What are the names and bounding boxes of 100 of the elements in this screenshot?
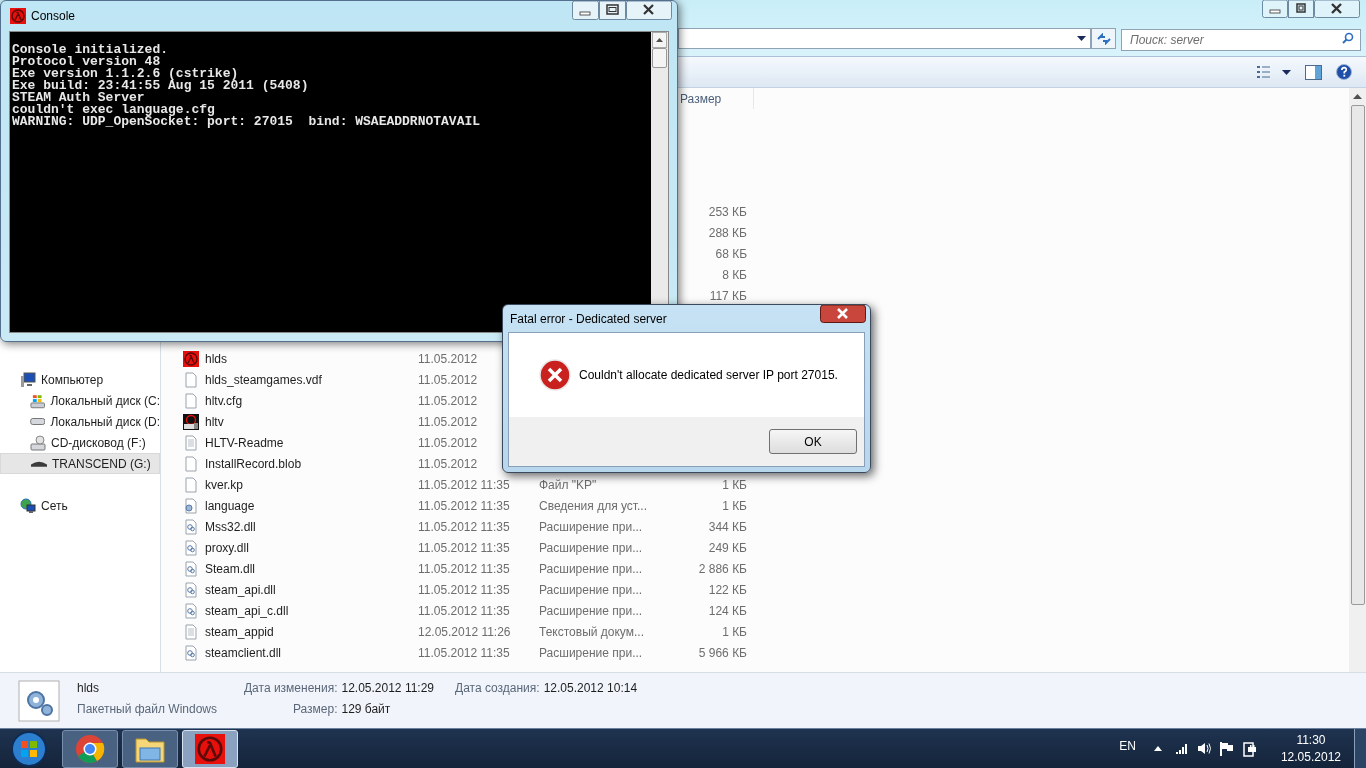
date-cell: 12.05.2012 11:26 [418,624,511,639]
sidebar-item[interactable]: Сеть [0,495,160,516]
scroll-thumb[interactable] [1350,105,1365,605]
type-cell: Расширение при... [539,519,643,534]
file-name[interactable]: Steam.dll [205,559,256,578]
column-header[interactable]: Размер [680,88,754,109]
date-cell: 11.05.2012 11:35 [418,582,510,597]
drive-icon [30,418,46,425]
file-name[interactable]: Mss32.dll [205,517,256,536]
error-icon [539,359,571,391]
view-options-icon[interactable] [1257,65,1291,79]
console-line: Exe build: 23:41:55 Aug 15 2011 (5408) [12,80,310,92]
taskbar-button[interactable] [62,729,118,768]
settings-file-icon [183,497,199,514]
type-cell: Расширение при... [539,603,643,618]
console-line: Console initialized. [12,44,170,56]
size-cell-text: 5 966 КБ [698,644,747,662]
show-desktop-button[interactable] [1354,728,1366,768]
file-name[interactable]: proxy.dll [205,538,249,557]
sidebar-item[interactable]: Компьютер [0,369,160,390]
taskbar-button[interactable] [122,729,178,768]
clock-time[interactable]: 11:30 [1296,731,1326,749]
refresh-icon [1096,32,1111,45]
file-name[interactable]: hlds [205,349,227,368]
type-cell: Расширение при... [539,561,643,576]
date-cell: 11.05.2012 [418,414,478,429]
refresh-button[interactable] [1091,28,1116,49]
console-line: Exe version 1.1.2.6 (cstrike) [12,68,239,80]
file-name[interactable]: steam_appid [205,622,274,641]
file-name[interactable]: InstallRecord.blob [205,454,302,473]
sidebar-item[interactable]: CD-дисковод (F:) [0,432,160,453]
show-hidden-icons-icon[interactable] [1153,746,1162,751]
file-name[interactable]: kver.kp [205,475,243,494]
minimize-button[interactable] [1262,0,1288,18]
sidebar-item[interactable]: TRANSCEND (G:) [0,453,160,474]
file-icon [183,476,199,493]
console-line: WARNING: UDP_OpenSocket: port: 27015 bind: WSAEADDRNOTAVAIL [12,116,482,128]
file-icon [183,371,199,388]
size-cell-text: 8 КБ [722,266,747,284]
cd-drive-icon [30,434,46,451]
type-cell: Расширение при... [539,582,643,597]
computer-icon [20,371,36,388]
file-name[interactable]: hltv.cfg [205,391,243,410]
window-title: Fatal error - Dedicated server [510,310,667,328]
half-life-icon [10,8,26,24]
dll-file-icon [183,560,199,577]
file-name[interactable]: steam_api.dll [205,580,276,599]
file-name[interactable]: steam_api_c.dll [205,601,289,620]
close-button[interactable] [820,305,866,323]
start-button[interactable] [8,729,50,768]
preview-pane-icon[interactable] [1305,64,1322,80]
dropdown-caret-icon[interactable] [1077,36,1086,41]
file-icon [183,455,199,472]
chrome-icon [75,733,105,764]
date-cell: 11.05.2012 [418,393,478,408]
half-life-monitor-icon [183,413,199,430]
scroll-up-icon[interactable] [652,32,667,48]
text-file-icon [183,623,199,640]
size-cell-text: 1 КБ [722,497,747,515]
maximize-button[interactable] [599,1,626,20]
text-file-icon [183,434,199,451]
dll-file-icon [183,539,199,556]
console-line: STEAM Auth Server [12,92,145,104]
file-name[interactable]: HLTV-Readme [205,433,284,452]
close-button[interactable] [626,1,672,20]
system-drive-icon [30,392,46,409]
date-cell: 11.05.2012 11:35 [418,519,510,534]
scroll-thumb[interactable] [652,48,667,68]
type-cell: Расширение при... [539,540,643,555]
console-line: Protocol version 48 [12,56,162,68]
field-value: 12.05.2012 11:29 [341,680,435,697]
type-cell: Файл "KP" [539,477,597,492]
volume-icon[interactable] [1196,742,1211,755]
ok-button[interactable]: OK [769,429,857,454]
file-name[interactable]: hltv [205,412,224,431]
flag-icon[interactable] [1219,741,1233,756]
date-cell: 11.05.2012 11:35 [418,645,510,660]
date-cell: 11.05.2012 11:35 [418,477,510,492]
file-name[interactable]: language [205,496,255,515]
size-cell-text: 68 КБ [715,245,747,263]
scrollbar[interactable] [1349,88,1366,672]
settings-file-icon [18,680,60,722]
field-value: 129 байт [341,701,392,718]
help-icon[interactable] [1336,64,1352,80]
sidebar-item[interactable]: Локальный диск (C: [0,390,160,411]
restore-button[interactable] [1288,0,1314,18]
language-indicator[interactable]: EN [1119,736,1136,755]
date-cell: 11.05.2012 [418,456,478,471]
signal-icon[interactable] [1175,743,1189,754]
power-plug-icon[interactable] [1242,740,1257,757]
search-field[interactable]: Поиск: server [1121,29,1361,51]
file-name[interactable]: hlds_steamgames.vdf [205,370,322,389]
clock-date[interactable]: 12.05.2012 [1280,748,1341,766]
dll-file-icon [183,602,199,619]
date-cell: 11.05.2012 11:35 [418,540,510,555]
sidebar-item[interactable]: Локальный диск (D: [0,411,160,432]
network-icon [20,497,36,514]
close-button[interactable] [1314,0,1360,18]
file-name[interactable]: steamclient.dll [205,643,282,662]
type-cell: Сведения для уст... [539,498,648,513]
